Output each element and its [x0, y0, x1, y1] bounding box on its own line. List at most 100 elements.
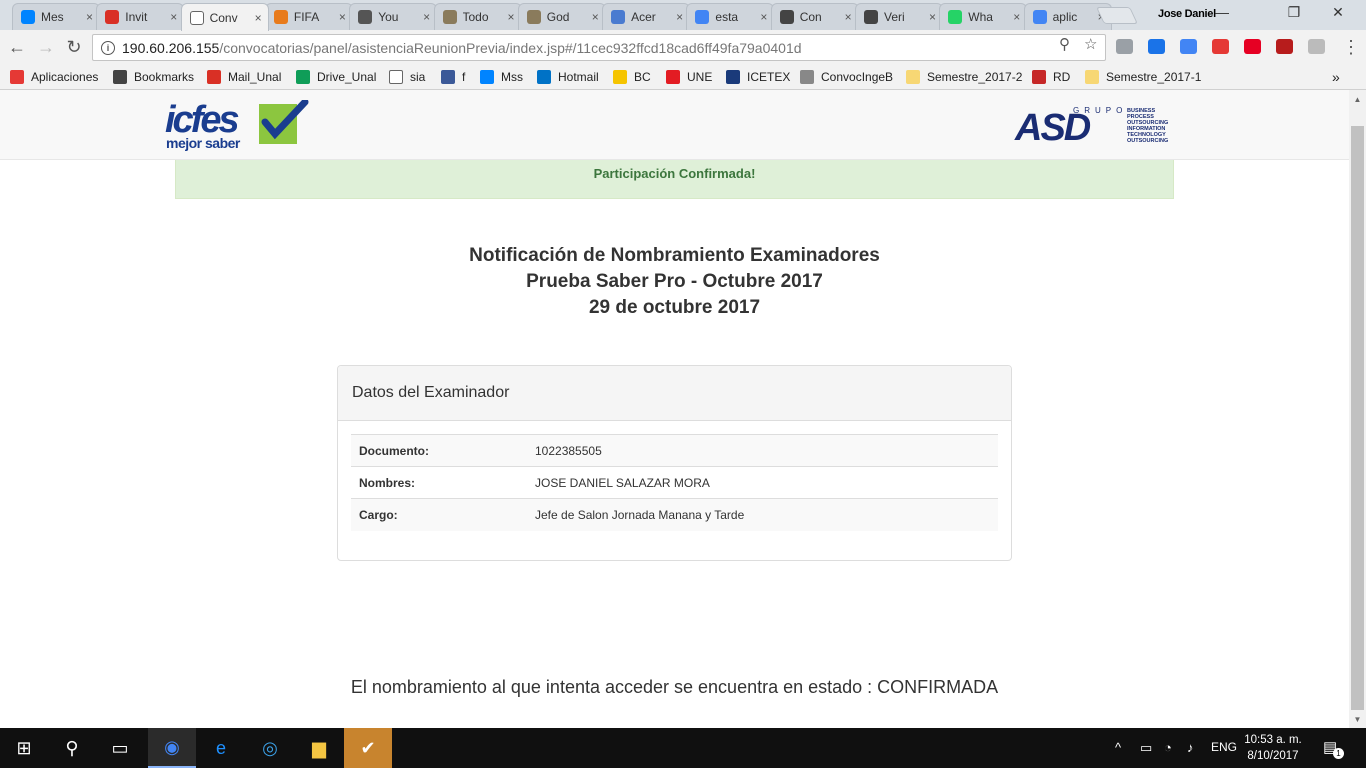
browser-tab[interactable]: Todo × [433, 3, 522, 30]
bookmarks-overflow-button[interactable]: » [1332, 69, 1340, 85]
minimize-button[interactable]: — [1202, 4, 1242, 20]
explorer-taskbar-icon[interactable]: ▆ [295, 728, 343, 768]
bookmark-item[interactable]: f [441, 69, 465, 85]
bookmark-label: Drive_Unal [317, 70, 377, 84]
row-label: Nombres: [351, 466, 527, 499]
drive-icon [296, 70, 310, 84]
app-taskbar-icon[interactable]: ✔ [344, 728, 392, 768]
icfes-logo-word: icfes [165, 99, 240, 141]
close-window-button[interactable]: ✕ [1318, 4, 1358, 21]
tab-close-icon[interactable]: × [929, 10, 936, 24]
site-info-icon[interactable]: i [101, 40, 115, 55]
browser-menu-icon[interactable]: ⋮ [1340, 37, 1362, 57]
bookmark-item[interactable]: sia [389, 69, 425, 85]
bookmark-item[interactable]: ConvocIngeB [800, 69, 893, 85]
bookmark-item[interactable]: Bookmarks [113, 69, 194, 85]
youtube-icon [358, 10, 373, 24]
tab-close-icon[interactable]: × [423, 10, 430, 24]
task-view-button[interactable]: ▭ [96, 728, 144, 768]
scroll-down-arrow[interactable]: ▼ [1349, 712, 1366, 728]
tab-title: Veri [884, 10, 905, 24]
forward-button[interactable]: → [35, 37, 57, 57]
mendeley-extension-icon[interactable] [1276, 39, 1293, 54]
bookmark-item[interactable]: BC [613, 69, 651, 85]
bookmark-item[interactable]: Mail_Unal [207, 69, 281, 85]
tab-close-icon[interactable]: × [760, 10, 767, 24]
scrollbar-thumb[interactable] [1351, 126, 1364, 710]
edge-taskbar-icon[interactable]: e [197, 728, 245, 768]
tab-title: FIFA [293, 10, 320, 24]
taskbar-clock[interactable]: 10:53 a. m. 8/10/2017 [1238, 732, 1308, 764]
calendar-extension-icon[interactable] [1148, 39, 1165, 54]
row-value: 1022385505 [527, 434, 998, 467]
tab-close-icon[interactable]: × [170, 10, 177, 24]
success-alert: Participación Confirmada! [175, 160, 1174, 199]
bookmark-label: Mss [501, 70, 523, 84]
browser-tab[interactable]: You × [349, 3, 438, 30]
ie-taskbar-icon[interactable]: ◎ [246, 728, 294, 768]
video-extension-icon[interactable] [1212, 39, 1229, 54]
bookmark-item[interactable]: Mss [480, 69, 523, 85]
bookmark-label: ICETEX [747, 70, 791, 84]
tab-close-icon[interactable]: × [507, 10, 514, 24]
browser-tab[interactable]: God × [517, 3, 606, 30]
document-icon [189, 10, 204, 25]
browser-tab[interactable]: Con × [770, 3, 859, 30]
messenger-icon [480, 70, 494, 84]
battery-icon[interactable]: ▭ [1140, 740, 1152, 756]
tray-chevron-icon[interactable]: ^ [1115, 740, 1121, 755]
seal-icon [800, 70, 814, 84]
search-button[interactable]: ⚲ [48, 728, 96, 768]
row-label: Documento: [351, 434, 527, 467]
cloud-extension-icon[interactable] [1116, 39, 1133, 54]
gmail-icon [105, 10, 120, 24]
restore-button[interactable]: ❐ [1274, 4, 1314, 21]
tab-close-icon[interactable]: × [339, 10, 346, 24]
scroll-up-arrow[interactable]: ▲ [1349, 92, 1366, 108]
start-button[interactable]: ⊞ [0, 728, 48, 768]
bookmark-label: Hotmail [558, 70, 599, 84]
tab-close-icon[interactable]: × [255, 11, 262, 25]
bookmark-item[interactable]: Hotmail [537, 69, 599, 85]
browser-tab[interactable]: esta × [686, 3, 775, 30]
back-button[interactable]: ← [6, 37, 28, 57]
pinterest-extension-icon[interactable] [1244, 39, 1261, 54]
volume-icon[interactable]: ♪ [1187, 740, 1194, 755]
gmail-icon [207, 70, 221, 84]
browser-tab[interactable]: Invit × [96, 3, 185, 30]
tab-close-icon[interactable]: × [1013, 10, 1020, 24]
bookmark-item[interactable]: RD [1032, 69, 1070, 85]
clock-time: 10:53 a. m. [1244, 734, 1302, 746]
browser-tab[interactable]: Veri × [855, 3, 943, 30]
bookmark-item[interactable]: Semestre_2017-1 [1085, 69, 1201, 85]
browser-tab[interactable]: Wha × [939, 3, 1028, 30]
bookmark-item[interactable]: UNE [666, 69, 712, 85]
bookmark-item[interactable]: Drive_Unal [296, 69, 376, 85]
reload-button[interactable]: ↻ [63, 37, 85, 57]
address-bar[interactable]: i 190.60.206.155/convocatorias/panel/asi… [92, 34, 1106, 61]
bookmark-item[interactable]: ICETEX [726, 69, 790, 85]
translate-extension-icon[interactable] [1180, 39, 1197, 54]
bookmark-star-icon[interactable]: ☆ [1084, 35, 1097, 53]
browser-tab[interactable]: Mes × [12, 3, 100, 30]
asd-logo[interactable]: GRUPO ASD BUSINESS PROCESS OUTSOURCING I… [1015, 106, 1180, 148]
browser-tab[interactable]: FIFA × [264, 3, 353, 30]
language-indicator[interactable]: ENG [1211, 740, 1237, 754]
zoom-icon[interactable]: ⚲ [1059, 35, 1070, 53]
browser-tab[interactable]: Acer × [602, 3, 691, 30]
tab-close-icon[interactable]: × [592, 10, 599, 24]
google-icon [695, 10, 710, 24]
cast-extension-icon[interactable] [1308, 39, 1325, 54]
browser-tab[interactable]: Conv × [180, 3, 269, 31]
site-header: icfes mejor saber GRUPO ASD BUSINESS PRO… [0, 90, 1349, 160]
tab-close-icon[interactable]: × [676, 10, 683, 24]
bookmark-item[interactable]: Semestre_2017-2 [906, 69, 1022, 85]
tab-close-icon[interactable]: × [845, 10, 852, 24]
bookmark-item[interactable]: Aplicaciones [10, 69, 98, 85]
new-tab-button[interactable] [1096, 7, 1138, 24]
wifi-icon[interactable]: ◔ [1164, 740, 1172, 755]
bookmark-label: RD [1053, 70, 1071, 84]
chrome-taskbar-icon[interactable]: ◉ [148, 728, 196, 768]
tab-close-icon[interactable]: × [86, 10, 93, 24]
icfes-logo[interactable]: icfes mejor saber [165, 100, 310, 152]
